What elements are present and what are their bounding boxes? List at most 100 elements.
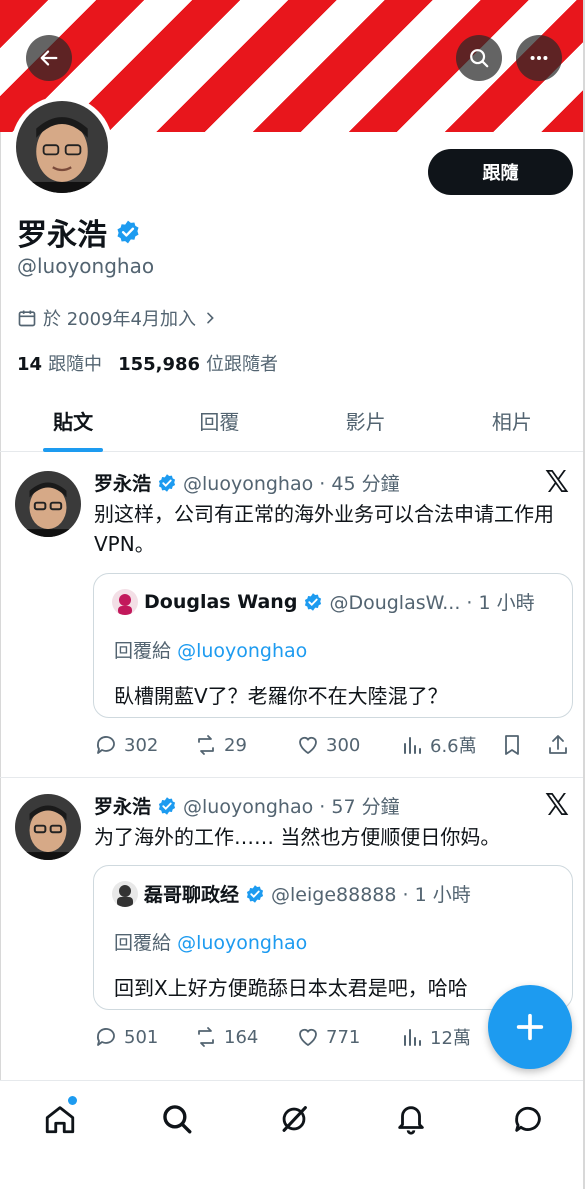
quote-meta: @leige88888 · 1 小時: [271, 884, 471, 906]
nav-grok[interactable]: [274, 1099, 314, 1139]
bell-icon: [398, 1106, 424, 1135]
views-icon: [404, 1029, 421, 1046]
nav-home[interactable]: [40, 1099, 80, 1139]
verified-badge-icon: [246, 884, 264, 903]
plus-icon: [516, 1013, 544, 1041]
like-button[interactable]: 771: [296, 1022, 360, 1052]
repost-icon: [198, 735, 214, 755]
quote-text: 臥槽開藍V了？老羅你不在大陸混了？: [114, 684, 448, 708]
joined-date[interactable]: 於 2009年4月加入: [17, 305, 218, 331]
reply-count: 302: [124, 734, 159, 756]
views-button[interactable]: 6.6萬: [400, 730, 477, 760]
follow-button[interactable]: 跟隨: [428, 149, 573, 195]
post-text: 为了海外的工作…… 当然也方便顺便日你妈。: [94, 825, 501, 849]
nav-notifications[interactable]: [391, 1099, 431, 1139]
quote-avatar: [112, 880, 138, 907]
view-count: 12萬: [430, 1028, 471, 1049]
verified-badge-icon: [158, 796, 176, 815]
joined-text: 於 2009年4月加入: [43, 309, 196, 330]
quote-author: Douglas Wang: [144, 590, 298, 613]
view-count: 6.6萬: [430, 736, 477, 757]
profile-name: 罗永浩: [17, 210, 141, 254]
heart-icon: [299, 1028, 317, 1047]
post-header: 罗永浩 @luoyonghao · 57 分鐘: [94, 792, 400, 819]
repost-count: 164: [224, 1026, 259, 1048]
post-avatar[interactable]: [15, 794, 81, 860]
post-1[interactable]: 罗永浩 @luoyonghao · 45 分鐘 𝕏 别这样，公司有正常的海外业务…: [0, 455, 585, 775]
message-icon: [515, 1106, 541, 1132]
quote-text: 回到X上好方便跪舔日本太君是吧，哈哈: [114, 976, 468, 1000]
post-header: 罗永浩 @luoyonghao · 45 分鐘: [94, 469, 400, 496]
tab-photos[interactable]: 相片: [439, 390, 585, 451]
grok-icon: [282, 1106, 307, 1132]
quote-author: 磊哥聊政经: [144, 884, 240, 906]
like-count: 771: [326, 1026, 361, 1048]
verified-badge-icon[interactable]: [115, 219, 141, 245]
like-count: 300: [326, 734, 361, 756]
follow-stats: 14 跟隨中 155,986 位跟隨者: [17, 350, 278, 376]
verified-badge-icon: [158, 473, 176, 492]
repost-icon: [198, 1027, 214, 1047]
reply-mention[interactable]: @luoyonghao: [177, 640, 307, 662]
reply-icon: [96, 1028, 115, 1046]
share-icon: [549, 735, 567, 754]
post-divider: [0, 777, 585, 778]
quote-reply-to: 回覆給 @luoyonghao: [114, 640, 308, 662]
arrow-left-icon: [40, 50, 58, 66]
notification-dot: [68, 1096, 77, 1105]
following-stat[interactable]: 14 跟隨中: [17, 350, 102, 376]
post-author[interactable]: 罗永浩: [94, 469, 151, 496]
repost-button[interactable]: 29: [194, 730, 247, 760]
views-icon: [404, 737, 421, 754]
post-text: 别这样，公司有正常的海外业务可以合法申请工作用 VPN。: [94, 502, 554, 556]
post-author[interactable]: 罗永浩: [94, 792, 151, 819]
more-icon: [530, 55, 548, 61]
verified-badge-icon: [305, 592, 322, 611]
quote-header: 磊哥聊政经 @leige88888 · 1 小時: [112, 880, 471, 907]
post-meta: @luoyonghao · 57 分鐘: [183, 796, 400, 818]
quote-reply-to: 回覆給 @luoyonghao: [114, 932, 308, 954]
x-logo-icon: 𝕏: [544, 788, 570, 823]
reply-count: 501: [124, 1026, 159, 1048]
tab-replies[interactable]: 回覆: [146, 390, 292, 451]
profile-tabs: 貼文 回覆 影片 相片: [0, 390, 585, 452]
chevron-right-icon: [207, 312, 214, 324]
heart-icon: [299, 736, 317, 755]
back-button[interactable]: [26, 35, 72, 81]
quote-avatar: [112, 588, 138, 615]
quote-meta: @DouglasW... · 1 小時: [329, 592, 535, 614]
share-button[interactable]: [546, 730, 570, 760]
quoted-post[interactable]: 磊哥聊政经 @leige88888 · 1 小時 回覆給 @luoyonghao…: [93, 865, 573, 1010]
bottom-nav: [0, 1080, 585, 1189]
reply-icon: [96, 736, 115, 754]
calendar-icon: [18, 310, 36, 327]
post-meta: @luoyonghao · 45 分鐘: [183, 473, 400, 495]
repost-button[interactable]: 164: [194, 1022, 258, 1052]
tab-posts[interactable]: 貼文: [0, 390, 146, 452]
search-button[interactable]: [456, 35, 502, 81]
profile-name-text: 罗永浩: [17, 218, 107, 253]
profile-handle: @luoyonghao: [17, 254, 155, 278]
post-actions: 302 29 300 6.6萬: [94, 730, 574, 760]
tab-videos[interactable]: 影片: [293, 390, 439, 451]
reply-button[interactable]: 302: [94, 730, 158, 760]
x-logo-icon: 𝕏: [544, 465, 570, 500]
nav-messages[interactable]: [508, 1099, 548, 1139]
profile-avatar[interactable]: [11, 96, 113, 198]
quoted-post[interactable]: Douglas Wang @DouglasW... · 1 小時 回覆給 @lu…: [93, 573, 573, 718]
reply-mention[interactable]: @luoyonghao: [177, 932, 307, 954]
bookmark-icon: [505, 735, 519, 755]
followers-stat[interactable]: 155,986 位跟隨者: [118, 350, 278, 376]
reply-button[interactable]: 501: [94, 1022, 158, 1052]
more-button[interactable]: [516, 35, 562, 81]
views-button[interactable]: 12萬: [400, 1022, 471, 1052]
bookmark-button[interactable]: [500, 730, 524, 760]
nav-search[interactable]: [157, 1099, 197, 1139]
compose-button[interactable]: [488, 985, 572, 1069]
search-icon: [163, 1105, 192, 1134]
search-icon: [470, 49, 489, 68]
quote-header: Douglas Wang @DouglasW... · 1 小時: [112, 588, 535, 615]
like-button[interactable]: 300: [296, 730, 360, 760]
post-avatar[interactable]: [15, 471, 81, 537]
home-icon: [45, 1106, 75, 1134]
